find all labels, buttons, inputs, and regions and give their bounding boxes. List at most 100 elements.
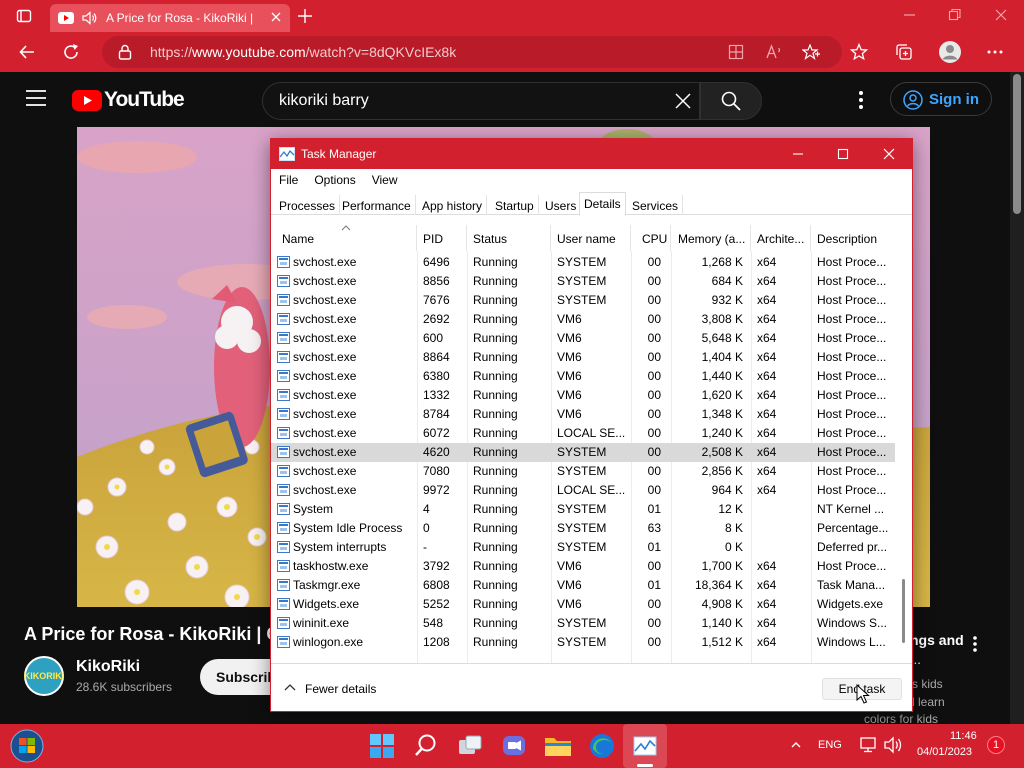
- show-hidden-icons-icon[interactable]: [790, 740, 802, 750]
- table-row[interactable]: System 4 Running SYSTEM 01 12 K NT Kernel ...: [271, 500, 895, 519]
- related-more-icon[interactable]: [972, 636, 978, 652]
- channel-name[interactable]: KikoRiki: [76, 658, 140, 676]
- table-row[interactable]: System interrupts - Running SYSTEM 01 0 K Defe…: [271, 538, 895, 557]
- cell-pid: 5252: [423, 597, 450, 611]
- file-explorer-icon[interactable]: [542, 730, 574, 762]
- clock-date[interactable]: 04/01/2023: [917, 746, 972, 758]
- table-row[interactable]: Widgets.exe 5252 Running VM6 00 4,908 K x64 Wid…: [271, 595, 895, 614]
- profile-avatar-icon[interactable]: [938, 40, 962, 64]
- fewer-details-link[interactable]: Fewer details: [305, 682, 376, 696]
- tab-startup[interactable]: Startup: [491, 195, 539, 215]
- table-row[interactable]: svchost.exe 8784 Running VM6 00 1,348 K x64 Hos…: [271, 405, 895, 424]
- search-input[interactable]: kikoriki barry: [262, 82, 700, 120]
- refresh-icon[interactable]: [62, 43, 80, 61]
- table-row[interactable]: System Idle Process 0 Running SYSTEM 63 8 K Pe…: [271, 519, 895, 538]
- address-bar[interactable]: https://www.youtube.com/watch?v=8dQKVcIE…: [102, 36, 842, 68]
- tab-services[interactable]: Services: [628, 195, 684, 215]
- column-header-name[interactable]: Name: [271, 225, 417, 251]
- new-tab-icon[interactable]: [296, 7, 314, 25]
- sign-in-button[interactable]: Sign in: [890, 82, 992, 116]
- back-arrow-icon[interactable]: [18, 43, 36, 61]
- page-scrollbar[interactable]: [1010, 72, 1024, 726]
- more-menu-icon[interactable]: [986, 43, 1004, 61]
- column-header-pid[interactable]: PID: [417, 225, 467, 251]
- related-video-title[interactable]: ngs and: [910, 632, 964, 648]
- menu-file[interactable]: File: [279, 173, 298, 191]
- table-row[interactable]: svchost.exe 6072 Running LOCAL SE... 00 1,240…: [271, 424, 895, 443]
- network-icon[interactable]: [859, 736, 879, 754]
- column-header-cpu[interactable]: CPU: [631, 225, 671, 251]
- collections-icon[interactable]: [895, 43, 913, 61]
- table-row[interactable]: svchost.exe 7080 Running SYSTEM 00 2,856 K x64…: [271, 462, 895, 481]
- notification-badge[interactable]: 1: [987, 736, 1005, 754]
- favorites-icon[interactable]: [850, 43, 868, 61]
- table-row[interactable]: svchost.exe 9972 Running LOCAL SE... 00 964 K…: [271, 481, 895, 500]
- column-header-description[interactable]: Description: [811, 225, 895, 251]
- search-button[interactable]: [700, 82, 762, 120]
- add-favorite-icon[interactable]: [802, 44, 820, 60]
- page-scrollbar-thumb[interactable]: [1013, 74, 1021, 214]
- language-indicator[interactable]: ENG: [818, 739, 842, 751]
- clear-search-icon[interactable]: [675, 93, 691, 109]
- table-row[interactable]: winlogon.exe 1208 Running SYSTEM 00 1,512 K x6…: [271, 633, 895, 652]
- column-header-username[interactable]: User name: [551, 225, 631, 251]
- menu-view[interactable]: View: [372, 173, 398, 191]
- table-row[interactable]: svchost.exe 1332 Running VM6 00 1,620 K x64 Hos…: [271, 386, 895, 405]
- tm-minimize-icon[interactable]: [792, 148, 804, 160]
- table-row[interactable]: svchost.exe 4620 Running SYSTEM 00 2,508 K x64…: [271, 443, 895, 462]
- column-header-memory[interactable]: Memory (a...: [671, 225, 751, 251]
- tm-maximize-icon[interactable]: [837, 148, 849, 160]
- hamburger-menu-icon[interactable]: [26, 90, 46, 106]
- tab-actions-icon[interactable]: [16, 8, 32, 24]
- restore-window-icon[interactable]: [948, 8, 962, 22]
- tab-close-icon[interactable]: [270, 11, 282, 23]
- cell-arch: x64: [757, 464, 777, 478]
- browser-tab-youtube[interactable]: A Price for Rosa - KikoRiki |: [50, 4, 290, 32]
- taskbar-search-icon[interactable]: [410, 730, 442, 762]
- task-manager-tabs: Processes Performance App history Startu…: [271, 191, 912, 216]
- chat-icon[interactable]: [498, 730, 530, 762]
- table-row[interactable]: wininit.exe 548 Running SYSTEM 00 1,140 K x64 W…: [271, 614, 895, 633]
- cell-cpu: 00: [647, 597, 661, 611]
- tab-processes[interactable]: Processes: [275, 195, 341, 215]
- start-orb-icon[interactable]: [10, 729, 44, 763]
- table-scrollbar-thumb[interactable]: [902, 579, 905, 643]
- lock-icon[interactable]: [118, 44, 132, 60]
- table-row[interactable]: svchost.exe 8864 Running VM6 00 1,404 K x64 Hos…: [271, 348, 895, 367]
- chevron-up-icon[interactable]: [284, 683, 296, 691]
- table-row[interactable]: svchost.exe 6496 Running SYSTEM 00 1,268 K x64…: [271, 253, 895, 272]
- table-row[interactable]: taskhostw.exe 3792 Running VM6 00 1,700 K x64 H…: [271, 557, 895, 576]
- column-header-architecture[interactable]: Archite...: [751, 225, 811, 251]
- menu-options[interactable]: Options: [314, 173, 355, 191]
- column-header-status[interactable]: Status: [467, 225, 551, 251]
- volume-icon[interactable]: [883, 736, 903, 754]
- channel-avatar[interactable]: KIKORIKI: [24, 656, 64, 696]
- read-aloud-icon[interactable]: [766, 44, 784, 60]
- cell-pid: 1332: [423, 388, 450, 402]
- tab-performance[interactable]: Performance: [338, 195, 416, 215]
- taskbar-task-manager-active[interactable]: [623, 724, 667, 768]
- process-icon: [277, 465, 290, 477]
- edge-browser-icon[interactable]: [586, 730, 618, 762]
- speaker-icon[interactable]: [82, 11, 98, 25]
- minimize-window-icon[interactable]: [904, 8, 916, 22]
- task-manager-titlebar[interactable]: Task Manager: [271, 139, 912, 169]
- close-window-icon[interactable]: [994, 8, 1008, 22]
- tab-users[interactable]: Users: [541, 195, 582, 215]
- windows-start-icon[interactable]: [366, 730, 398, 762]
- settings-more-icon[interactable]: [858, 90, 864, 110]
- table-row[interactable]: svchost.exe 7676 Running SYSTEM 00 932 K x64 Ho…: [271, 291, 895, 310]
- youtube-logo[interactable]: YouTube: [72, 88, 185, 112]
- clock-time[interactable]: 11:46: [950, 730, 977, 742]
- table-scrollbar[interactable]: [897, 225, 909, 665]
- tm-close-icon[interactable]: [883, 148, 895, 160]
- app-available-icon[interactable]: [728, 44, 744, 60]
- table-row[interactable]: svchost.exe 600 Running VM6 00 5,648 K x64 Host…: [271, 329, 895, 348]
- table-row[interactable]: Taskmgr.exe 6808 Running VM6 01 18,364 K x64 Ta…: [271, 576, 895, 595]
- table-row[interactable]: svchost.exe 2692 Running VM6 00 3,808 K x64 Hos…: [271, 310, 895, 329]
- tab-app-history[interactable]: App history: [418, 195, 488, 215]
- table-row[interactable]: svchost.exe 6380 Running VM6 00 1,440 K x64 Hos…: [271, 367, 895, 386]
- table-row[interactable]: svchost.exe 8856 Running SYSTEM 00 684 K x64 Ho…: [271, 272, 895, 291]
- task-view-icon[interactable]: [454, 730, 486, 762]
- tab-details[interactable]: Details: [579, 192, 626, 216]
